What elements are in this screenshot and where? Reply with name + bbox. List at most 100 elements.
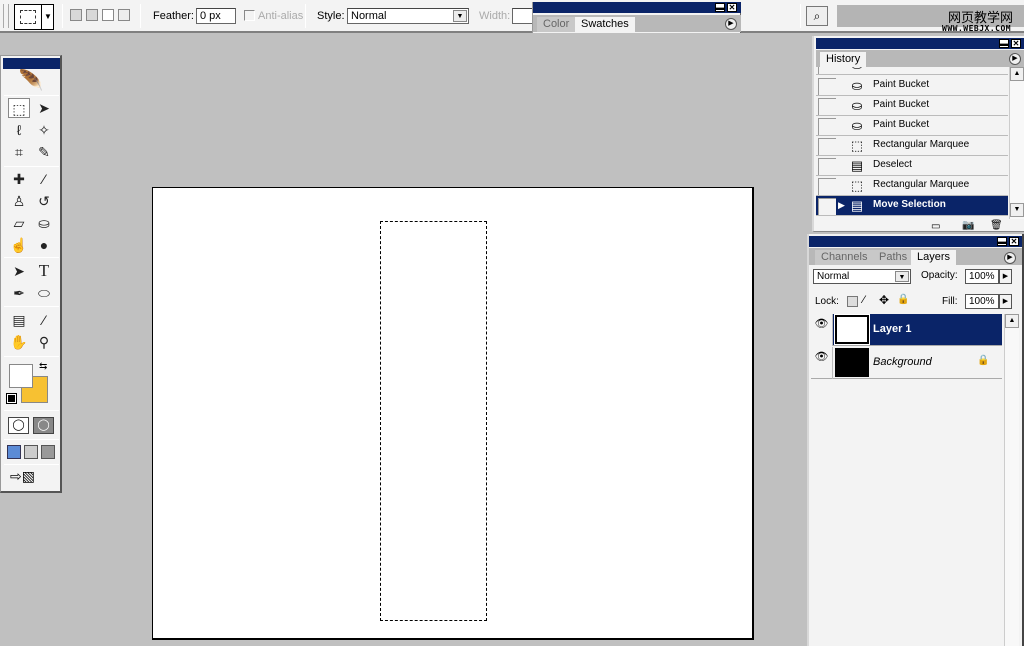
paint-bucket-tool-icon[interactable]: ⛀	[33, 213, 55, 233]
layer-row-selected[interactable]: 👁 Layer 1	[811, 314, 1002, 346]
minimize-icon[interactable]: ▬	[715, 3, 725, 12]
path-selection-tool-icon[interactable]: ➤	[8, 261, 30, 281]
palette-menu-icon[interactable]: ▶	[725, 18, 737, 30]
lock-position-icon[interactable]: ✥	[879, 293, 889, 307]
selection-marquee[interactable]	[380, 221, 487, 621]
history-item[interactable]: ⛀ Paint Bucket	[816, 76, 1008, 96]
add-to-selection-icon[interactable]	[86, 9, 98, 21]
lock-image-icon[interactable]: ⁄	[863, 294, 865, 306]
ellipse-tool-icon[interactable]: ⬭	[33, 283, 55, 303]
eraser-tool-icon[interactable]: ▱	[8, 213, 30, 233]
width-input[interactable]	[512, 8, 534, 24]
type-tool-icon[interactable]: T	[33, 261, 55, 281]
document-icon: ▤	[850, 198, 864, 213]
trash-icon[interactable]: 🗑	[990, 220, 1003, 231]
new-document-from-state-icon[interactable]: ▭	[931, 221, 940, 232]
close-icon[interactable]: ✕	[727, 3, 737, 12]
clone-stamp-tool-icon[interactable]: ♙	[8, 191, 30, 211]
scroll-up-icon[interactable]: ▲	[1005, 314, 1019, 328]
minimize-icon[interactable]: ▬	[997, 237, 1007, 246]
move-tool-icon[interactable]: ➤	[33, 98, 55, 118]
crop-tool-icon[interactable]: ⌗	[8, 142, 30, 162]
close-icon[interactable]: ✕	[1009, 237, 1019, 246]
standard-mode-icon[interactable]: ◯	[8, 417, 29, 434]
lock-transparent-icon[interactable]	[847, 296, 858, 307]
subtract-from-selection-icon[interactable]	[102, 9, 114, 21]
jump-to-imageready-icon[interactable]: ⇨▧	[10, 468, 35, 485]
notes-tool-icon[interactable]: ▤	[8, 310, 30, 330]
opacity-slider-button[interactable]: ▶	[999, 269, 1012, 284]
full-screen-mode-icon[interactable]	[41, 445, 55, 459]
paint-bucket-icon: ⛀	[851, 118, 863, 133]
tab-history[interactable]: History	[820, 52, 867, 67]
history-item[interactable]: ⛀ Paint Bucket	[816, 116, 1008, 136]
options-bar-grip[interactable]	[3, 4, 9, 28]
width-label: Width:	[479, 10, 511, 22]
minimize-icon[interactable]: ▬	[999, 39, 1009, 48]
feather-input[interactable]: 0 px	[196, 8, 236, 24]
watermark-url: WWW.WEBJX.COM	[942, 24, 1012, 33]
new-snapshot-icon[interactable]: 📷	[962, 220, 974, 231]
layers-titlebar[interactable]: ▬ ✕	[809, 236, 1022, 247]
new-selection-icon[interactable]	[70, 9, 82, 21]
toolbox-titlebar[interactable]	[3, 58, 60, 69]
scroll-up-icon[interactable]: ▲	[1010, 67, 1024, 81]
tab-paths[interactable]: Paths	[873, 250, 914, 265]
visibility-eye-icon[interactable]: 👁	[811, 347, 833, 379]
close-icon[interactable]: ✕	[1011, 39, 1021, 48]
divider	[4, 464, 59, 465]
layer-row[interactable]: 👁 Background 🔒	[811, 347, 1002, 379]
full-screen-menu-mode-icon[interactable]	[24, 445, 38, 459]
zoom-tool-icon[interactable]: ⚲	[33, 332, 55, 352]
opacity-input[interactable]: 100%	[965, 269, 999, 284]
tab-color[interactable]: Color	[537, 17, 576, 32]
quick-mask-mode-icon[interactable]: ◯	[33, 417, 54, 434]
fill-input[interactable]: 100%	[965, 294, 999, 309]
standard-screen-mode-icon[interactable]	[7, 445, 21, 459]
history-titlebar[interactable]: ▬ ✕	[816, 38, 1024, 49]
history-item[interactable]: ⛀ Paint Bucket	[816, 96, 1008, 116]
layers-palette: ▬ ✕ Channels Paths Layers ▶ Normal ▼ Opa…	[807, 234, 1024, 646]
tab-swatches[interactable]: Swatches	[575, 17, 635, 32]
default-colors-icon[interactable]	[6, 393, 17, 404]
tab-channels[interactable]: Channels	[815, 250, 874, 265]
eyedropper-tool-icon[interactable]: ⁄	[33, 310, 55, 330]
intersect-selection-icon[interactable]	[118, 9, 130, 21]
foreground-color-swatch[interactable]	[9, 364, 33, 388]
dodge-tool-icon[interactable]: ●	[33, 235, 55, 255]
lasso-tool-icon[interactable]: ℓ	[8, 120, 30, 140]
history-item[interactable]: ⬚ Rectangular Marquee	[816, 176, 1008, 196]
history-item-label: Paint Bucket	[873, 79, 930, 90]
slice-tool-icon[interactable]: ✎	[33, 142, 55, 162]
visibility-eye-icon[interactable]: 👁	[811, 314, 833, 346]
file-browser-icon[interactable]: ⌕	[806, 6, 828, 26]
brush-tool-icon[interactable]: ⁄	[33, 169, 55, 189]
history-scrollbar[interactable]: ▲ ▼	[1009, 67, 1024, 219]
layers-scrollbar[interactable]: ▲	[1004, 314, 1019, 646]
magic-wand-tool-icon[interactable]: ✧	[33, 120, 55, 140]
style-select[interactable]: Normal ▼	[347, 8, 469, 24]
scroll-down-icon[interactable]: ▼	[1010, 203, 1024, 217]
history-item-label: Rectangular Marquee	[873, 179, 970, 190]
swap-colors-icon[interactable]: ⇆	[39, 361, 47, 372]
palette-menu-icon[interactable]: ▶	[1009, 53, 1021, 65]
rectangular-marquee-tool-icon[interactable]: ⬚	[8, 98, 30, 118]
history-item-selected[interactable]: ▶ ▤ Move Selection	[816, 196, 1008, 216]
blend-mode-select[interactable]: Normal ▼	[813, 269, 911, 284]
palette-titlebar[interactable]: ▬ ✕	[533, 2, 741, 13]
palette-menu-icon[interactable]: ▶	[1004, 252, 1016, 264]
pen-tool-icon[interactable]: ✒	[8, 283, 30, 303]
antialias-checkbox[interactable]	[244, 10, 255, 21]
healing-brush-tool-icon[interactable]: ✚	[8, 169, 30, 189]
fill-slider-button[interactable]: ▶	[999, 294, 1012, 309]
history-item[interactable]: ⬚ Rectangular Marquee	[816, 136, 1008, 156]
history-item[interactable]: ▤ Deselect	[816, 156, 1008, 176]
lock-all-icon[interactable]: 🔒	[897, 294, 909, 305]
divider	[140, 4, 141, 28]
tab-layers[interactable]: Layers	[911, 250, 957, 265]
tool-preset-picker[interactable]: ▼	[14, 4, 54, 30]
blur-tool-icon[interactable]: ☝	[8, 235, 30, 255]
hand-tool-icon[interactable]: ✋	[8, 332, 30, 352]
history-brush-tool-icon[interactable]: ↺	[33, 191, 55, 211]
history-item[interactable]: ⛀ Paint Bucket	[816, 67, 1008, 75]
